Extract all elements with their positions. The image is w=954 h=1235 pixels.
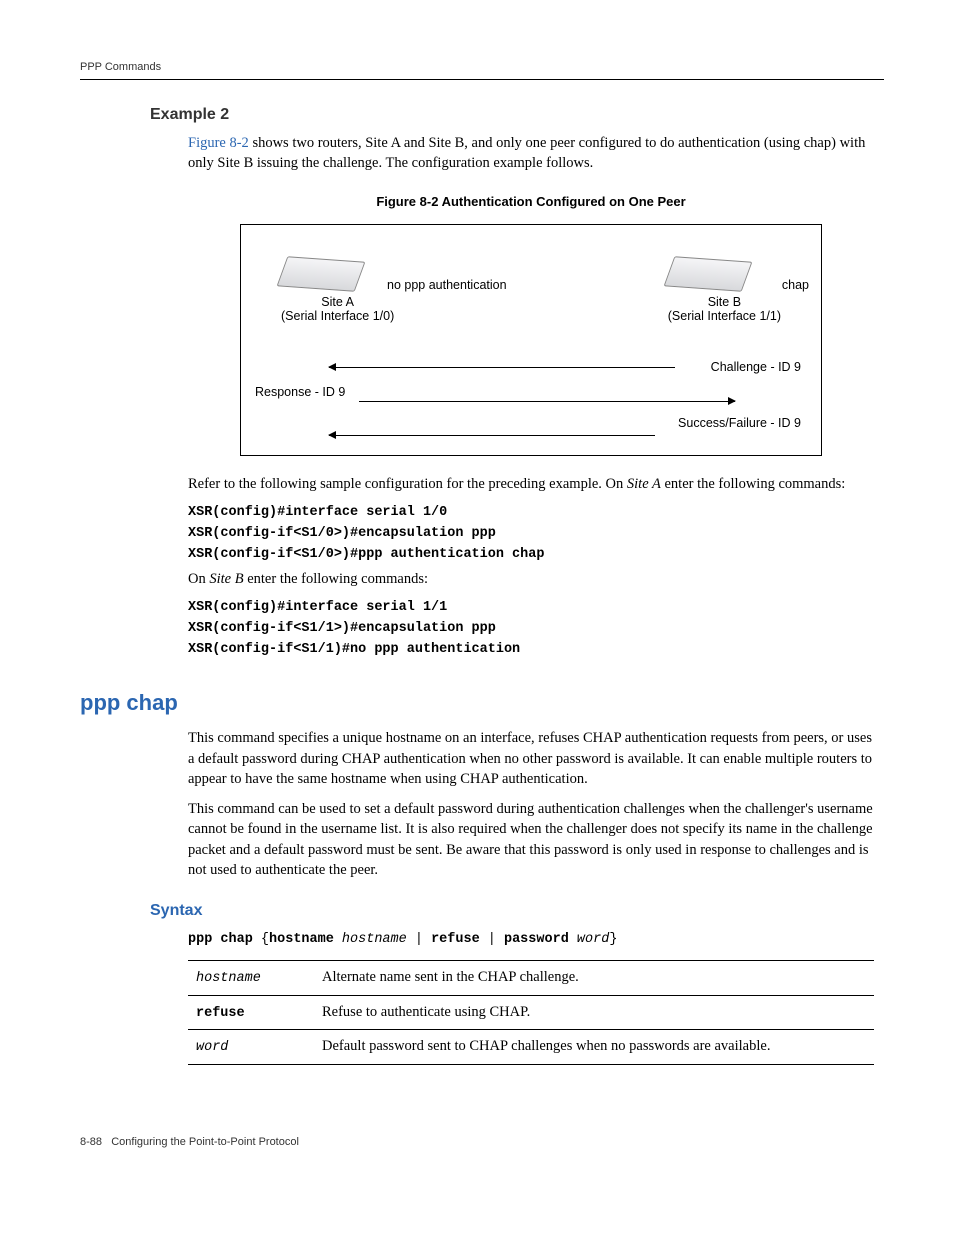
site-a-label: Site A [321,295,354,309]
response-label: Response - ID 9 [255,384,345,402]
page-header: PPP Commands [80,60,884,80]
result-arrow [329,435,655,436]
arg-cell: word [196,1040,228,1055]
site-b-label: Site B [708,295,741,309]
chap-label: chap [782,277,809,295]
table-row: word Default password sent to CHAP chall… [188,1030,874,1065]
router-a: Site A (Serial Interface 1/0) [281,259,394,324]
router-a-icon [277,256,366,292]
example-intro: Figure 8-2 shows two routers, Site A and… [188,133,874,174]
router-b-icon [663,256,752,292]
challenge-arrow [329,367,675,368]
syntax-table: hostname Alternate name sent in the CHAP… [188,960,874,1066]
figure-link[interactable]: Figure 8-2 [188,135,249,151]
footer-page: 8-88 [80,1136,102,1148]
syntax-heading: Syntax [150,900,884,922]
cmd-desc-2: This command can be used to set a defaul… [188,799,874,880]
site-b-if: (Serial Interface 1/1) [668,309,781,323]
command-title: ppp chap [80,688,884,719]
page-footer: 8-88 Configuring the Point-to-Point Prot… [80,1135,884,1150]
syntax-usage: ppp chap {hostname hostname | refuse | p… [188,931,874,950]
router-b: Site B (Serial Interface 1/1) [668,259,781,324]
table-row: refuse Refuse to authenticate using CHAP… [188,995,874,1030]
cmd-desc-1: This command specifies a unique hostname… [188,728,874,789]
result-label: Success/Failure - ID 9 [678,415,801,433]
table-row: hostname Alternate name sent in the CHAP… [188,960,874,995]
no-auth-label: no ppp authentication [387,277,507,295]
figure-caption: Figure 8-2 Authentication Configured on … [188,193,874,211]
code-block-a: XSR(config)#interface serial 1/0 XSR(con… [188,504,874,565]
siteb-intro: On Site B enter the following commands: [188,569,874,589]
desc-cell: Default password sent to CHAP challenges… [314,1030,874,1065]
arg-cell: refuse [196,1006,245,1021]
response-arrow [359,401,735,402]
desc-cell: Refuse to authenticate using CHAP. [314,995,874,1030]
arg-cell: hostname [196,971,261,986]
example-heading: Example 2 [150,104,884,126]
figure-diagram: Site A (Serial Interface 1/0) Site B (Se… [240,224,822,456]
sample-intro: Refer to the following sample configurat… [188,474,874,494]
code-block-b: XSR(config)#interface serial 1/1 XSR(con… [188,599,874,660]
challenge-label: Challenge - ID 9 [711,359,801,377]
site-a-if: (Serial Interface 1/0) [281,309,394,323]
desc-cell: Alternate name sent in the CHAP challeng… [314,960,874,995]
footer-title: Configuring the Point-to-Point Protocol [111,1136,299,1148]
header-section: PPP Commands [80,61,161,73]
